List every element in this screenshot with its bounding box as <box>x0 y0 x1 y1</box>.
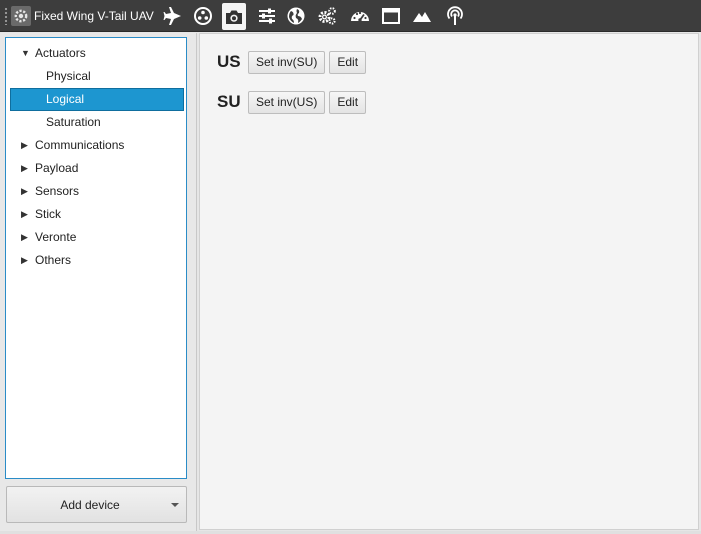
collapsed-arrow-icon[interactable]: ▶ <box>21 181 31 202</box>
tree-item-communications[interactable]: ▶ Communications <box>11 135 183 156</box>
tree-item-physical[interactable]: Physical <box>11 66 183 87</box>
collapsed-arrow-icon[interactable]: ▶ <box>21 250 31 271</box>
top-toolbar: Fixed Wing V-Tail UAV <box>0 0 701 32</box>
tree-item-sensors[interactable]: ▶ Sensors <box>11 181 183 202</box>
edit-button[interactable]: Edit <box>329 90 367 114</box>
set-inv-button[interactable]: Set inv(SU) <box>248 50 326 74</box>
add-device-button[interactable]: Add device <box>6 486 187 523</box>
device-tree: ▼ Actuators Physical Logical Saturation … <box>5 37 187 479</box>
app-title: Fixed Wing V-Tail UAV <box>34 9 154 23</box>
tree-item-veronte[interactable]: ▶ Veronte <box>11 227 183 248</box>
globe-icon[interactable] <box>284 4 308 28</box>
gauge-icon[interactable] <box>348 4 372 28</box>
collapsed-arrow-icon[interactable]: ▶ <box>21 135 31 156</box>
tree-item-stick[interactable]: ▶ Stick <box>11 204 183 225</box>
tree-item-actuators[interactable]: ▼ Actuators <box>11 43 183 64</box>
device-panel: ▼ Actuators Physical Logical Saturation … <box>0 33 197 532</box>
antenna-icon[interactable] <box>443 4 467 28</box>
settings-gear-icon[interactable] <box>11 6 31 26</box>
logical-row-su: SU Set inv(US) Edit <box>217 89 370 115</box>
drag-grip-icon[interactable] <box>4 7 8 25</box>
airplane-icon[interactable] <box>161 4 185 28</box>
logical-actuators-panel: US Set inv(SU) Edit SU Set inv(US) Edit <box>199 33 699 530</box>
collapsed-arrow-icon[interactable]: ▶ <box>21 227 31 248</box>
window-icon[interactable] <box>379 4 403 28</box>
collapsed-arrow-icon[interactable]: ▶ <box>21 204 31 225</box>
set-inv-button[interactable]: Set inv(US) <box>248 90 326 114</box>
collapsed-arrow-icon[interactable]: ▶ <box>21 158 31 179</box>
logical-name: US <box>217 52 241 71</box>
edit-button[interactable]: Edit <box>329 50 367 74</box>
camera-icon[interactable] <box>222 3 246 30</box>
tree-item-payload[interactable]: ▶ Payload <box>11 158 183 179</box>
dropdown-caret-icon[interactable] <box>171 503 179 507</box>
joystick-icon[interactable] <box>191 4 215 28</box>
expanded-arrow-icon[interactable]: ▼ <box>21 43 31 64</box>
tree-item-saturation[interactable]: Saturation <box>11 112 183 133</box>
tree-item-others[interactable]: ▶ Others <box>11 250 183 271</box>
sliders-icon[interactable] <box>255 4 279 28</box>
logical-name: SU <box>217 92 241 111</box>
logical-row-us: US Set inv(SU) Edit <box>217 49 370 75</box>
tree-item-logical[interactable]: Logical <box>10 88 184 111</box>
gears-icon[interactable] <box>315 4 339 28</box>
mountain-icon[interactable] <box>410 4 434 28</box>
